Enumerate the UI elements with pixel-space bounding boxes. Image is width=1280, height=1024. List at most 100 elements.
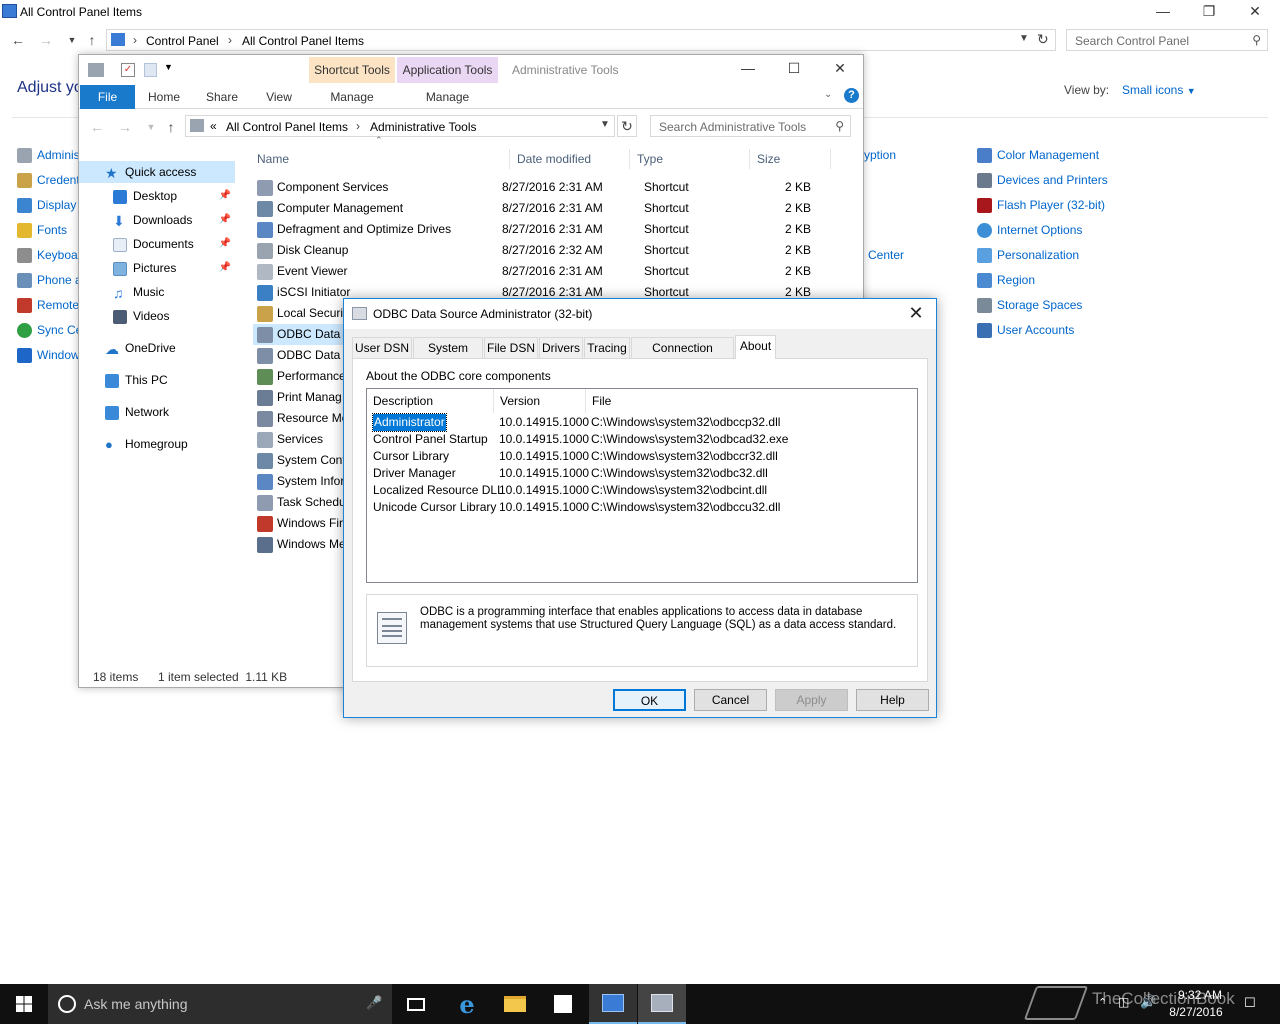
cp-item-flash[interactable]: Flash Player (32-bit): [977, 196, 1105, 214]
minimize-icon[interactable]: —: [725, 57, 771, 81]
column-date-modified[interactable]: Date modified: [511, 149, 630, 169]
tab-user-dsn[interactable]: User DSN: [352, 337, 412, 358]
tab-system-dsn[interactable]: System DSN: [413, 337, 483, 375]
minimize-icon[interactable]: —: [1140, 0, 1186, 24]
cortana-search-box[interactable]: Ask me anything 🎤: [48, 984, 392, 1024]
tab-manage-shortcut[interactable]: Manage: [309, 85, 395, 109]
maximize-icon[interactable]: ☐: [771, 57, 817, 81]
cp-item-personalization[interactable]: Personalization: [977, 246, 1079, 264]
nav-downloads[interactable]: ⬇ Downloads 📌: [79, 209, 235, 231]
ex-search-input[interactable]: Search Administrative Tools ⚲: [650, 115, 851, 137]
breadcrumb-control-panel[interactable]: Control Panel: [146, 34, 219, 48]
refresh-icon[interactable]: ↻: [1037, 31, 1049, 48]
pin-icon[interactable]: 📌: [219, 233, 231, 255]
address-dropdown-icon[interactable]: ▼: [600, 119, 610, 130]
restore-icon[interactable]: ❐: [1186, 0, 1232, 24]
cp-item-credential[interactable]: Credent: [17, 171, 80, 189]
file-row[interactable]: Defragment and Optimize Drives 8/27/2016 …: [253, 219, 833, 240]
pin-icon[interactable]: 📌: [219, 209, 231, 231]
cp-item-devices[interactable]: Devices and Printers: [977, 171, 1108, 189]
back-arrow-icon[interactable]: ←: [8, 30, 28, 50]
cp-item-fonts[interactable]: Fonts: [17, 221, 67, 239]
file-row[interactable]: Component Services 8/27/2016 2:31 AM Short…: [253, 177, 833, 198]
up-arrow-icon[interactable]: ↑: [161, 117, 181, 137]
close-icon[interactable]: ✕: [817, 57, 863, 81]
file-row[interactable]: ODBC Data S: [253, 324, 352, 345]
network-icon[interactable]: ◫: [1118, 995, 1129, 1009]
file-row[interactable]: Computer Management 8/27/2016 2:31 AM Shor…: [253, 198, 833, 219]
cp-item-remote[interactable]: Remote: [17, 296, 79, 314]
component-row[interactable]: Unicode Cursor Library 10.0.14915.1000 C:\…: [367, 499, 917, 516]
nav-music[interactable]: ♫ Music: [79, 281, 235, 303]
tab-file-dsn[interactable]: File DSN: [484, 337, 538, 358]
application-tools-tab[interactable]: Application Tools: [397, 57, 498, 83]
breadcrumb-all-items[interactable]: All Control Panel Items: [226, 120, 348, 134]
clock-date[interactable]: 8/27/2016: [1166, 1005, 1226, 1019]
cp-item-internet[interactable]: Internet Options: [977, 221, 1082, 239]
help-button[interactable]: Help: [856, 689, 929, 711]
breadcrumb-all-items[interactable]: All Control Panel Items: [242, 34, 364, 48]
close-icon[interactable]: ✕: [1232, 0, 1278, 24]
ex-address-bar[interactable]: « All Control Panel Items › Administrati…: [185, 115, 615, 137]
cp-item-storage[interactable]: Storage Spaces: [977, 296, 1082, 314]
close-icon[interactable]: ✕: [896, 299, 936, 329]
control-panel-taskbar-button[interactable]: [589, 984, 637, 1024]
cp-item-windows[interactable]: Window: [17, 346, 80, 364]
tab-about[interactable]: About: [735, 335, 776, 359]
component-row[interactable]: Cursor Library 10.0.14915.1000 C:\Windows\…: [367, 448, 917, 465]
microphone-icon[interactable]: 🎤: [366, 995, 382, 1011]
nav-homegroup[interactable]: ● Homegroup: [79, 433, 235, 455]
tab-share[interactable]: Share: [197, 85, 247, 109]
breadcrumb-overflow-icon[interactable]: «: [210, 119, 217, 133]
address-dropdown-icon[interactable]: ▼: [1019, 33, 1029, 44]
nav-pictures[interactable]: Pictures 📌: [79, 257, 235, 279]
cp-search-input[interactable]: Search Control Panel ⚲: [1066, 29, 1268, 51]
clock-time[interactable]: 9:32 AM: [1170, 988, 1230, 1002]
tab-connection-pooling[interactable]: Connection Pooling: [631, 337, 734, 375]
properties-icon[interactable]: ✓: [121, 63, 135, 77]
edge-button[interactable]: e: [443, 984, 491, 1024]
column-type[interactable]: Type: [631, 149, 750, 169]
file-row[interactable]: Disk Cleanup 8/27/2016 2:32 AM Shortcut 2 K…: [253, 240, 833, 261]
cp-item-admin[interactable]: Adminis: [17, 146, 80, 164]
help-icon[interactable]: ?: [844, 88, 859, 103]
cp-item-sync[interactable]: Sync Ce: [17, 321, 82, 339]
tab-view[interactable]: View: [254, 85, 304, 109]
tab-drivers[interactable]: Drivers: [539, 337, 583, 358]
expand-ribbon-icon[interactable]: ⌄: [824, 89, 832, 100]
tab-home[interactable]: Home: [139, 85, 189, 109]
column-name[interactable]: Name: [251, 149, 510, 169]
nav-documents[interactable]: Documents 📌: [79, 233, 235, 255]
file-row[interactable]: Event Viewer 8/27/2016 2:31 AM Shortcut 2 K…: [253, 261, 833, 282]
task-view-button[interactable]: [392, 984, 440, 1024]
column-size[interactable]: Size: [751, 149, 831, 169]
volume-icon[interactable]: 🔊: [1140, 994, 1156, 1010]
column-file[interactable]: File: [586, 389, 917, 413]
breadcrumb-admin-tools[interactable]: Administrative Tools: [370, 120, 477, 134]
components-list[interactable]: Description Version File Administrator 10…: [366, 388, 918, 583]
apply-button[interactable]: Apply: [775, 689, 848, 711]
nav-quick-access[interactable]: ★ Quick access: [79, 161, 235, 183]
nav-this-pc[interactable]: This PC: [79, 369, 235, 391]
up-arrow-icon[interactable]: ↑: [82, 30, 102, 50]
forward-arrow-icon[interactable]: →: [115, 117, 135, 137]
cp-item-region[interactable]: Region: [977, 271, 1035, 289]
show-hidden-icons-icon[interactable]: ⌃: [1098, 996, 1107, 1009]
cp-item-encryption[interactable]: yption: [864, 146, 896, 164]
refresh-icon[interactable]: ↻: [617, 115, 637, 137]
new-folder-icon[interactable]: [144, 63, 157, 77]
nav-desktop[interactable]: Desktop 📌: [79, 185, 235, 207]
view-by-dropdown[interactable]: Small icons ▼: [1122, 83, 1196, 97]
cp-item-user-accounts[interactable]: User Accounts: [977, 321, 1074, 339]
tab-manage-application[interactable]: Manage: [397, 85, 498, 109]
cp-item-color-management[interactable]: Color Management: [977, 146, 1099, 164]
cp-item-display[interactable]: Display: [17, 196, 76, 214]
component-row[interactable]: Localized Resource DLL 10.0.14915.1000 C:\…: [367, 482, 917, 499]
nav-network[interactable]: Network: [79, 401, 235, 423]
cp-item-center[interactable]: g Center: [858, 246, 904, 264]
component-row[interactable]: Control Panel Startup 10.0.14915.1000 C:\W…: [367, 431, 917, 448]
nav-onedrive[interactable]: ☁ OneDrive: [79, 337, 235, 359]
column-version[interactable]: Version: [494, 389, 586, 413]
cp-item-keyboard[interactable]: Keyboa: [17, 246, 78, 264]
file-explorer-button[interactable]: [491, 984, 539, 1024]
